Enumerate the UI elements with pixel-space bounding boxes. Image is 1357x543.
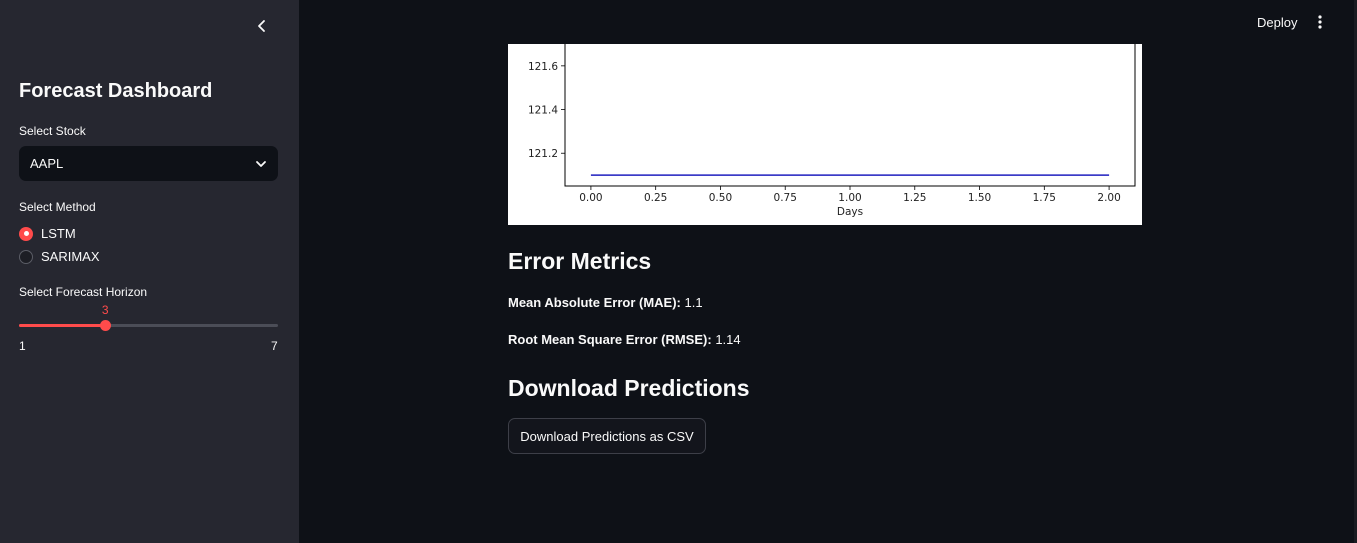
stock-select[interactable]: AAPL xyxy=(19,146,278,181)
radio-option-lstm[interactable]: LSTM xyxy=(19,226,76,241)
more-vertical-icon xyxy=(1318,15,1322,29)
plot-frame xyxy=(564,44,1136,187)
horizon-slider[interactable] xyxy=(19,320,278,331)
slider-max-label: 7 xyxy=(271,339,278,353)
x-tick-label: 1.25 xyxy=(903,192,926,204)
x-tick-label: 1.00 xyxy=(838,192,861,204)
sidebar-title: Forecast Dashboard xyxy=(19,80,213,102)
rmse-metric: Root Mean Square Error (RMSE): 1.14 xyxy=(508,332,741,347)
stock-select-label: Select Stock xyxy=(19,124,86,138)
radio-option-sarimax[interactable]: SARIMAX xyxy=(19,249,100,264)
error-metrics-heading: Error Metrics xyxy=(508,248,652,274)
line-chart: 0.00 0.25 0.50 0.75 1.00 1.25 1.50 1.75 2.00 121.… xyxy=(528,44,1136,218)
x-tick-label: 2.00 xyxy=(1097,192,1120,204)
method-radio-label: Select Method xyxy=(19,200,96,214)
collapse-sidebar-button[interactable] xyxy=(252,16,272,36)
slider-current-value: 3 xyxy=(101,303,109,317)
x-tick-label: 0.50 xyxy=(709,192,732,204)
radio-option-label: SARIMAX xyxy=(41,249,100,264)
y-tick-label: 121.6 xyxy=(528,61,558,73)
y-tick-label: 121.4 xyxy=(528,105,558,117)
download-heading: Download Predictions xyxy=(508,375,750,401)
chevron-down-icon xyxy=(255,160,267,168)
slider-min-label: 1 xyxy=(19,339,26,353)
rmse-value: 1.14 xyxy=(715,332,741,347)
x-tick-label: 1.75 xyxy=(1033,192,1056,204)
horizon-slider-label: Select Forecast Horizon xyxy=(19,285,148,299)
y-tick-label: 121.2 xyxy=(528,148,558,160)
sidebar: Forecast Dashboard Select Stock AAPL Sel… xyxy=(0,0,299,543)
radio-option-label: LSTM xyxy=(41,226,76,241)
slider-thumb[interactable] xyxy=(100,320,112,331)
x-axis-label: Days xyxy=(837,206,863,218)
x-tick-label: 0.25 xyxy=(644,192,667,204)
forecast-chart: 0.00 0.25 0.50 0.75 1.00 1.25 1.50 1.75 2.00 121.… xyxy=(508,44,1142,225)
radio-unselected-icon xyxy=(19,249,33,264)
x-tick-label: 0.75 xyxy=(774,192,797,204)
deploy-button[interactable]: Deploy xyxy=(1251,13,1303,32)
mae-metric: Mean Absolute Error (MAE): 1.1 xyxy=(508,295,703,310)
chevron-left-icon xyxy=(258,20,265,32)
x-tick-label: 1.50 xyxy=(968,192,991,204)
rmse-label: Root Mean Square Error (RMSE): xyxy=(508,332,712,347)
download-csv-button[interactable]: Download Predictions as CSV xyxy=(508,418,706,454)
slider-fill xyxy=(19,324,106,327)
x-tick-label: 0.00 xyxy=(579,192,602,204)
mae-label: Mean Absolute Error (MAE): xyxy=(508,295,681,310)
main-menu-button[interactable] xyxy=(1312,12,1328,32)
stock-select-value: AAPL xyxy=(30,156,64,171)
mae-value: 1.1 xyxy=(684,295,703,310)
radio-selected-icon xyxy=(19,226,33,241)
